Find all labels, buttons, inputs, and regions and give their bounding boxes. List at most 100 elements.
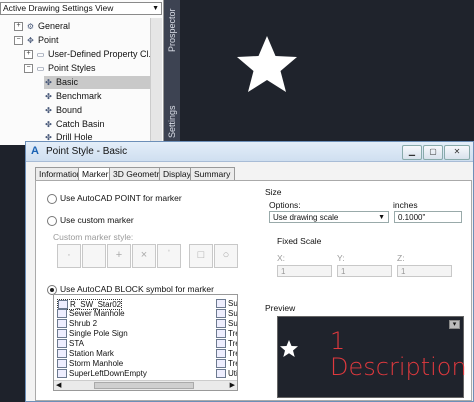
size-group-label: Size — [265, 187, 282, 197]
scroll-left-icon[interactable]: ◀ — [56, 381, 61, 389]
tree-item-catch-basin[interactable]: ✤ Catch Basin — [44, 118, 104, 131]
option-autocad-point[interactable]: Use AutoCAD POINT for marker — [47, 193, 182, 204]
tree-item-basic[interactable]: ✤ Basic — [44, 76, 150, 89]
block-icon — [216, 339, 226, 349]
marker-tick-button[interactable]: ˈ — [157, 244, 181, 268]
tree-scrollbar[interactable] — [150, 18, 162, 145]
list-item[interactable]: Tree — [216, 359, 237, 369]
tab-prospector[interactable]: Prospector — [167, 8, 177, 52]
close-button[interactable]: ✕ — [444, 145, 470, 160]
option-custom-marker[interactable]: Use custom marker — [47, 215, 134, 226]
block-icon — [57, 339, 67, 349]
inches-input[interactable]: 0.1000" — [394, 211, 462, 223]
block-icon — [57, 369, 67, 379]
marker-panel: Use AutoCAD POINT for marker Use custom … — [35, 180, 472, 401]
tree-item-benchmark[interactable]: ✤ Benchmark — [44, 90, 101, 103]
block-icon — [216, 369, 226, 379]
block-icon — [216, 299, 226, 309]
view-select[interactable]: Active Drawing Settings View ▼ — [0, 2, 162, 15]
list-item[interactable]: Tree — [216, 339, 237, 349]
tab-summary[interactable]: Summary — [190, 167, 235, 181]
view-select-value: Active Drawing Settings View — [3, 3, 114, 13]
radio-custom-marker[interactable] — [47, 215, 57, 226]
block-icon — [216, 309, 226, 319]
preview-canvas: 1 Description ▾ — [277, 316, 467, 398]
list-item[interactable]: STA — [57, 339, 84, 349]
chevron-down-icon[interactable]: ▼ — [152, 3, 159, 14]
tree-item-user-defined[interactable]: + ▭ User-Defined Property Cl... — [24, 48, 156, 61]
marker-none-button[interactable] — [82, 244, 106, 268]
drawing-canvas[interactable] — [180, 0, 474, 145]
tab-settings[interactable]: Settings — [167, 105, 177, 138]
minimize-button[interactable]: ▁ — [402, 145, 422, 160]
preview-view-button[interactable]: ▾ — [449, 320, 460, 329]
settings-tree: Active Drawing Settings View ▼ + ⚙ General… — [0, 0, 164, 145]
block-icon — [216, 359, 226, 369]
expand-icon[interactable]: + — [14, 22, 23, 32]
block-list[interactable]: R_SW_Star02 Sewer Manhole Shrub 2 Single… — [53, 294, 238, 391]
x-label: X: — [277, 253, 286, 263]
list-item[interactable]: Sup — [216, 299, 237, 309]
point-icon: ✥ — [27, 36, 34, 45]
list-item[interactable]: Single Pole Sign — [57, 329, 128, 339]
point-style-icon: ✤ — [45, 120, 52, 129]
block-icon — [57, 359, 67, 369]
radio-autocad-point[interactable] — [47, 193, 57, 204]
list-item[interactable]: Sup — [216, 319, 237, 329]
marker-circle-button[interactable]: ○ — [214, 244, 238, 268]
star-marker-icon — [237, 36, 297, 92]
block-icon — [216, 349, 226, 359]
point-style-dialog: A Point Style - Basic ▁ ▢ ✕ Information … — [25, 141, 474, 402]
list-item[interactable]: Station Mark — [57, 349, 114, 359]
chevron-down-icon[interactable]: ▼ — [378, 212, 385, 223]
size-options-select[interactable]: Use drawing scale ▼ — [269, 211, 389, 223]
list-item[interactable]: Tree — [216, 329, 237, 339]
collapse-icon[interactable]: − — [14, 36, 23, 46]
point-style-icon: ✤ — [45, 92, 52, 101]
marker-dot-button[interactable]: · — [57, 244, 81, 268]
point-style-icon: ✤ — [45, 106, 52, 115]
autocad-logo-icon: A — [31, 145, 39, 157]
custom-style-label: Custom marker style: — [53, 232, 134, 242]
preview-number: 1 — [330, 327, 346, 355]
gear-icon: ⚙ — [26, 22, 35, 31]
tree-item-point-styles[interactable]: − ▭ Point Styles — [24, 62, 96, 75]
list-item[interactable]: Shrub 2 — [57, 319, 97, 329]
maximize-button[interactable]: ▢ — [423, 145, 443, 160]
list-item[interactable]: SuperLeftDownEmpty — [57, 369, 147, 379]
marker-square-button[interactable]: □ — [189, 244, 213, 268]
folder-icon: ▭ — [36, 64, 45, 73]
scroll-right-icon[interactable]: ▶ — [230, 381, 235, 389]
custom-marker-buttons: · + × ˈ □ ○ — [53, 244, 242, 274]
list-item[interactable]: Tree — [216, 349, 237, 359]
palette-side-tabs: Prospector Settings — [164, 0, 180, 145]
z-scale-input[interactable]: 1 — [397, 265, 452, 277]
z-label: Z: — [397, 253, 405, 263]
list-item[interactable]: Utili — [216, 369, 237, 379]
marker-plus-button[interactable]: + — [107, 244, 131, 268]
preview-group-label: Preview — [265, 303, 296, 313]
folder-icon: ▭ — [36, 50, 45, 59]
block-icon — [216, 329, 226, 339]
tree-item-bound[interactable]: ✤ Bound — [44, 104, 82, 117]
marker-x-button[interactable]: × — [132, 244, 156, 268]
dialog-titlebar[interactable]: A Point Style - Basic ▁ ▢ ✕ — [26, 142, 473, 162]
options-label: Options: — [269, 200, 301, 210]
horizontal-scrollbar[interactable]: ◀ ▶ — [54, 380, 237, 390]
block-icon — [57, 309, 67, 319]
point-style-icon: ✤ — [45, 78, 52, 87]
inches-label: inches — [393, 200, 418, 210]
scrollbar-thumb[interactable] — [94, 382, 194, 389]
tree-item-point[interactable]: − ✥ Point — [14, 34, 59, 47]
expand-icon[interactable]: + — [24, 50, 33, 60]
block-icon — [57, 349, 67, 359]
list-item[interactable]: Sup — [216, 309, 237, 319]
tree-item-general[interactable]: + ⚙ General — [14, 20, 70, 33]
y-scale-input[interactable]: 1 — [337, 265, 392, 277]
collapse-icon[interactable]: − — [24, 64, 33, 74]
x-scale-input[interactable]: 1 — [277, 265, 332, 277]
list-item[interactable]: Sewer Manhole — [57, 309, 125, 319]
block-icon — [57, 319, 67, 329]
list-item[interactable]: Storm Manhole — [57, 359, 123, 369]
block-icon — [57, 329, 67, 339]
